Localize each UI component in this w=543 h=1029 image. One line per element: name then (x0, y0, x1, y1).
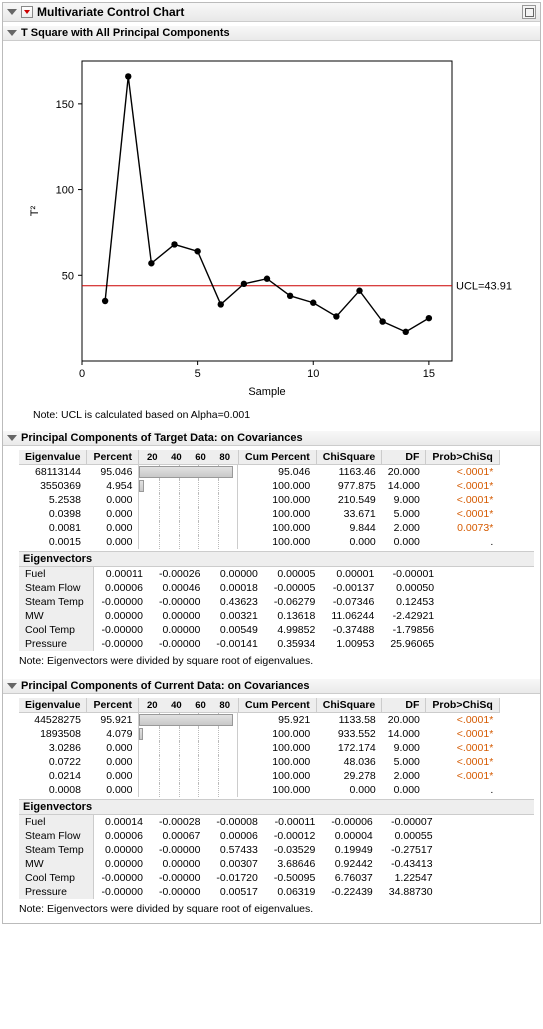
table-row: Steam Flow0.000060.000460.00018-0.00005-… (19, 581, 442, 595)
eigenvector-note: Note: Eigenvectors were divided by squar… (19, 651, 534, 673)
table-row: Fuel0.00014-0.00028-0.00008-0.00011-0.00… (19, 815, 441, 829)
col-df: DF (382, 698, 426, 713)
svg-text:UCL=43.91: UCL=43.91 (456, 281, 512, 293)
table-row: Cool Temp-0.000000.000000.005494.99852-0… (19, 623, 442, 637)
table-row: Pressure-0.00000-0.000000.005170.06319-0… (19, 885, 441, 899)
col-chi: ChiSquare (316, 450, 382, 465)
col-prob: Prob>ChiSq (426, 698, 499, 713)
main-title: Multivariate Control Chart (37, 5, 184, 19)
table-row: Steam Temp0.00000-0.000000.57433-0.03529… (19, 843, 441, 857)
table-row: Steam Flow0.000060.000670.00006-0.000120… (19, 829, 441, 843)
t2-chart: 50 100 150 0 5 10 15 Sample T² UCL=43.91 (22, 51, 522, 401)
table-row: Pressure-0.00000-0.00000-0.001410.359341… (19, 637, 442, 651)
eigenvectors-header: Eigenvectors (19, 551, 534, 567)
pc-table: EigenvaluePercent20406080Cum PercentChiS… (19, 450, 500, 549)
table-row: 18935084.079100.000933.55214.000<.0001* (19, 727, 499, 741)
red-triangle-menu[interactable] (21, 6, 33, 18)
chart-section-title: T Square with All Principal Components (21, 27, 230, 39)
table-row: Fuel0.00011-0.000260.000000.000050.00001… (19, 567, 442, 581)
popout-icon[interactable] (522, 5, 536, 19)
svg-text:10: 10 (307, 368, 319, 380)
table-row: MW0.000000.000000.003210.1361811.06244-2… (19, 609, 442, 623)
chart-note: Note: UCL is calculated based on Alpha=0… (3, 405, 540, 427)
eigenvector-table: Fuel0.00014-0.00028-0.00008-0.00011-0.00… (19, 815, 441, 899)
pc-table: EigenvaluePercent20406080Cum PercentChiS… (19, 698, 500, 797)
svg-text:T²: T² (29, 205, 41, 216)
svg-text:15: 15 (422, 368, 434, 380)
col-prob: Prob>ChiSq (426, 450, 499, 465)
table-row: 0.02140.000100.00029.2782.000<.0001* (19, 769, 499, 783)
table-row: 0.00810.000100.0009.8442.0000.0073* (19, 521, 499, 535)
disclosure-icon[interactable] (7, 9, 17, 15)
col-chi: ChiSquare (316, 698, 382, 713)
table-row: 35503694.954100.000977.87514.000<.0001* (19, 479, 499, 493)
pc-target-header: Principal Components of Target Data: on … (3, 431, 540, 446)
svg-text:5: 5 (194, 368, 200, 380)
eigenvectors-header: Eigenvectors (19, 799, 534, 815)
table-row: 0.00080.000100.0000.0000.000. (19, 783, 499, 797)
pc-current-body: EigenvaluePercent20406080Cum PercentChiS… (3, 694, 540, 923)
col-barchart: 20406080 (138, 450, 238, 465)
col-percent: Percent (87, 450, 139, 465)
col-percent: Percent (87, 698, 139, 713)
disclosure-icon[interactable] (7, 435, 17, 441)
svg-text:0: 0 (78, 368, 84, 380)
main-titlebar: Multivariate Control Chart (3, 3, 540, 22)
table-row: Cool Temp-0.00000-0.00000-0.01720-0.5009… (19, 871, 441, 885)
col-df: DF (382, 450, 426, 465)
pc-target-title: Principal Components of Target Data: on … (21, 432, 303, 444)
eigenvector-table: Fuel0.00011-0.000260.000000.000050.00001… (19, 567, 443, 651)
col-eigen: Eigenvalue (19, 450, 87, 465)
disclosure-icon[interactable] (7, 683, 17, 689)
col-eigen: Eigenvalue (19, 698, 87, 713)
svg-text:Sample: Sample (248, 386, 285, 398)
table-row: 0.00150.000100.0000.0000.000. (19, 535, 499, 549)
table-row: 3.02860.000100.000172.1749.000<.0001* (19, 741, 499, 755)
svg-text:100: 100 (55, 185, 73, 197)
pc-current-header: Principal Components of Current Data: on… (3, 679, 540, 694)
chart-section-header: T Square with All Principal Components (3, 26, 540, 41)
table-row: 6811314495.04695.0461163.4620.000<.0001* (19, 465, 499, 480)
col-barchart: 20406080 (138, 698, 238, 713)
svg-text:50: 50 (61, 270, 73, 282)
table-row: 4452827595.92195.9211133.5820.000<.0001* (19, 713, 499, 728)
main-panel: Multivariate Control Chart T Square with… (2, 2, 541, 924)
col-cum: Cum Percent (238, 698, 316, 713)
table-row: 5.25380.000100.000210.5499.000<.0001* (19, 493, 499, 507)
pc-current-title: Principal Components of Current Data: on… (21, 680, 310, 692)
eigenvector-note: Note: Eigenvectors were divided by squar… (19, 899, 534, 921)
table-row: MW0.000000.000000.003073.686460.92442-0.… (19, 857, 441, 871)
disclosure-icon[interactable] (7, 30, 17, 36)
table-row: 0.03980.000100.00033.6715.000<.0001* (19, 507, 499, 521)
col-cum: Cum Percent (238, 450, 316, 465)
svg-text:150: 150 (55, 99, 73, 111)
pc-target-body: EigenvaluePercent20406080Cum PercentChiS… (3, 446, 540, 675)
table-row: Steam Temp-0.00000-0.000000.43623-0.0627… (19, 595, 442, 609)
table-row: 0.07220.000100.00048.0365.000<.0001* (19, 755, 499, 769)
